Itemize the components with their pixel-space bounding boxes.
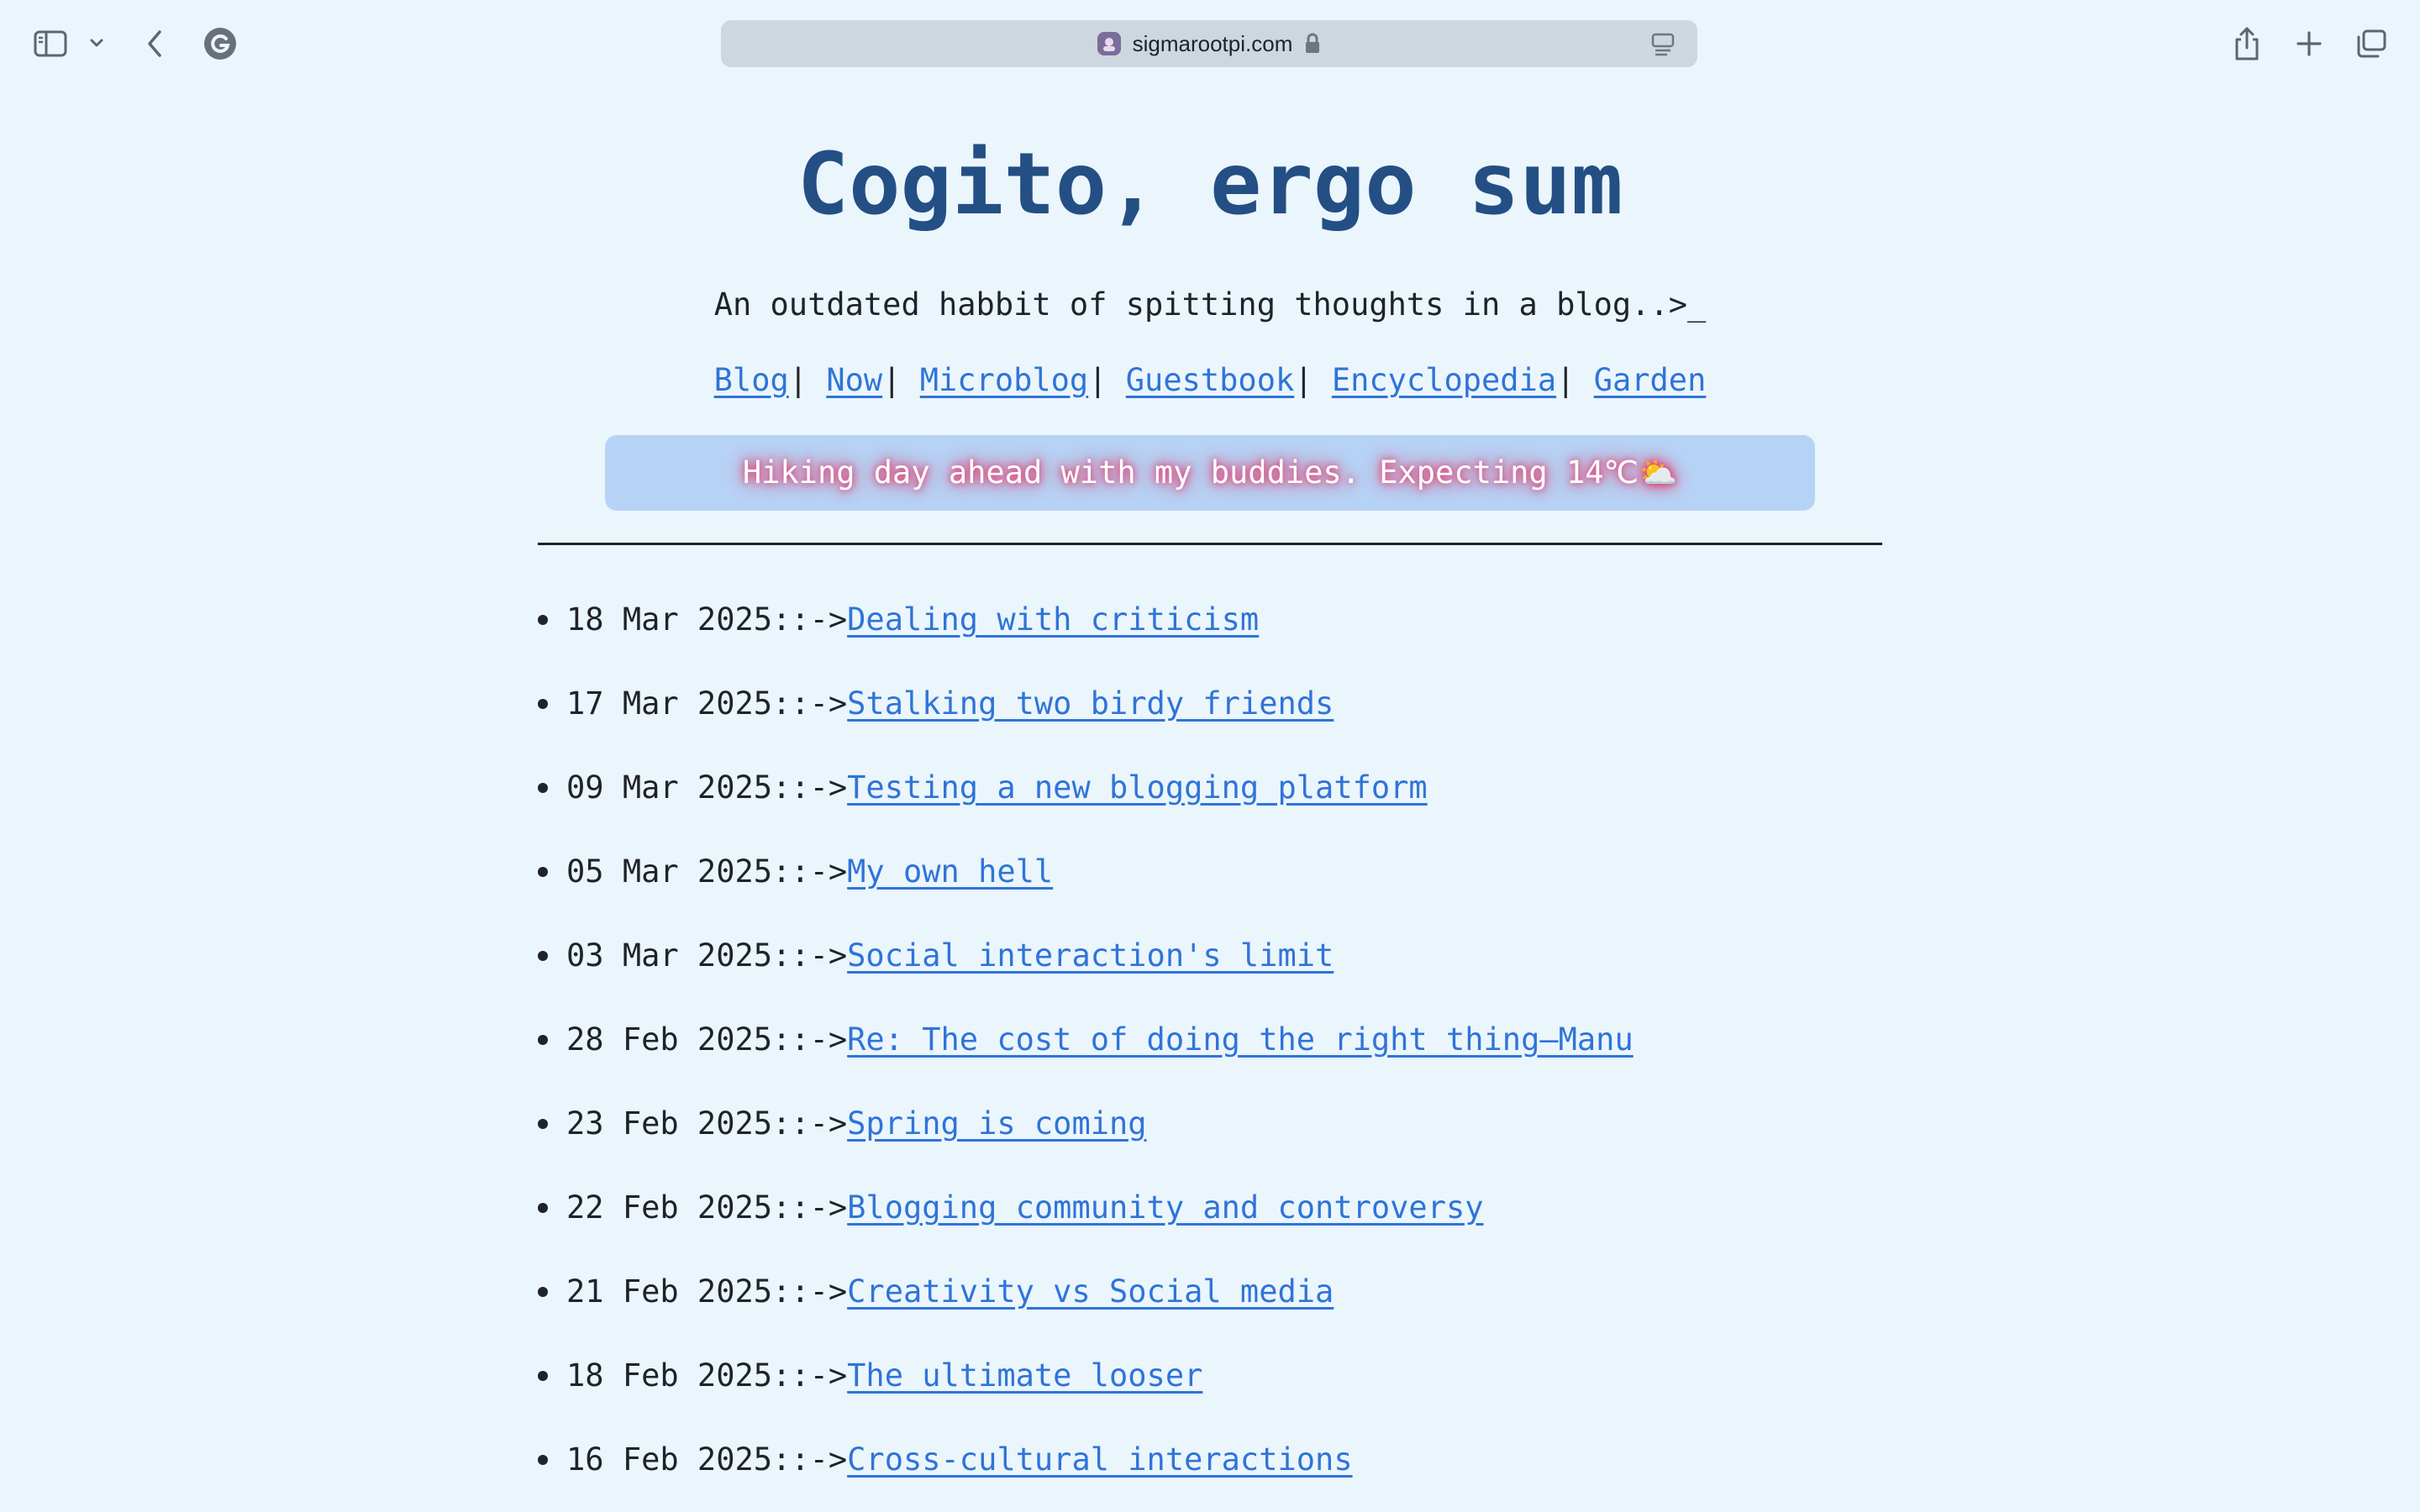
site-nav: Blog| Now| Microblog| Guestbook| Encyclo… [0,360,2420,402]
tab-overview-icon [2357,29,2386,58]
nav-link-microblog[interactable]: Microblog [920,362,1088,398]
post-link[interactable]: Testing a new blogging platform [847,769,1428,806]
post-date: 23 Feb 2025::-> [566,1105,848,1142]
bullet [538,783,548,793]
post-date: 09 Mar 2025::-> [566,769,848,806]
post-link[interactable]: The ultimate looser [847,1357,1202,1394]
divider [538,543,1882,545]
bullet [538,1455,548,1465]
list-item: 05 Mar 2025::->My own hell [538,847,1882,931]
bullet [538,1287,548,1297]
tab-overview-button[interactable] [2353,25,2390,62]
sidebar-icon [34,30,67,57]
reader-mode-button[interactable] [1650,32,1676,60]
share-icon [2235,27,2259,60]
nav-link-guestbook[interactable]: Guestbook [1126,362,1294,398]
bullet [538,1035,548,1045]
post-date: 17 Mar 2025::-> [566,685,848,722]
list-item: 22 Feb 2025::->Blogging community and co… [538,1183,1882,1267]
bullet [538,615,548,625]
back-arrow-icon [148,30,161,57]
grammarly-icon [204,28,236,60]
url-text: sigmarootpi.com [1132,30,1293,56]
status-text: Hiking day ahead with my buddies. Expect… [742,454,1678,491]
sidebar-menu-button[interactable] [86,30,108,55]
post-link[interactable]: Blogging community and controversy [847,1189,1483,1226]
bullet [538,1119,548,1129]
status-banner: Hiking day ahead with my buddies. Expect… [605,435,1815,511]
bullet [538,1203,548,1213]
list-item: 16 Feb 2025::->Cross-cultural interactio… [538,1435,1882,1512]
post-date: 22 Feb 2025::-> [566,1189,848,1226]
post-date: 03 Mar 2025::-> [566,937,848,974]
plus-icon [2296,31,2322,56]
bullet [538,699,548,709]
nav-link-now[interactable]: Now [826,362,882,398]
site-tagline: An outdated habbit of spitting thoughts … [713,286,1707,323]
nav-separator: | [882,362,902,398]
bullet [538,951,548,961]
site-title: Cogito, ergo sum [797,134,1623,234]
nav-link-garden[interactable]: Garden [1594,362,1707,398]
list-item: 21 Feb 2025::->Creativity vs Social medi… [538,1267,1882,1351]
post-date: 18 Mar 2025::-> [566,601,848,638]
bullet [538,1371,548,1381]
post-link[interactable]: Stalking two birdy friends [847,685,1334,722]
post-link[interactable]: Dealing with criticism [847,601,1259,638]
nav-separator: | [788,362,808,398]
nav-separator: | [1556,362,1576,398]
back-button[interactable] [138,25,171,62]
sidebar-toggle-button[interactable] [30,25,71,62]
post-link[interactable]: Cross-cultural interactions [847,1441,1352,1478]
grammarly-extension-button[interactable] [200,25,240,62]
post-link[interactable]: Re: The cost of doing the right thing—Ma… [847,1021,1634,1058]
post-link[interactable]: Creativity vs Social media [847,1273,1334,1310]
list-item: 09 Mar 2025::->Testing a new blogging pl… [538,763,1882,847]
list-item: 23 Feb 2025::->Spring is coming [538,1099,1882,1183]
list-item: 28 Feb 2025::->Re: The cost of doing the… [538,1015,1882,1099]
nav-link-blog[interactable]: Blog [714,362,789,398]
reader-mode-icon [1651,33,1675,56]
post-list: 18 Mar 2025::->Dealing with criticism 17… [538,595,1882,1512]
list-item: 17 Mar 2025::->Stalking two birdy friend… [538,679,1882,763]
post-link[interactable]: Spring is coming [847,1105,1146,1142]
post-date: 16 Feb 2025::-> [566,1441,848,1478]
nav-link-encyclopedia[interactable]: Encyclopedia [1332,362,1556,398]
post-date: 28 Feb 2025::-> [566,1021,848,1058]
new-tab-button[interactable] [2291,25,2328,62]
lock-icon [1306,33,1320,53]
chevron-down-icon [90,39,103,47]
post-date: 21 Feb 2025::-> [566,1273,848,1310]
address-bar[interactable]: sigmarootpi.com [721,20,1697,67]
post-date: 18 Feb 2025::-> [566,1357,848,1394]
post-link[interactable]: Social interaction's limit [847,937,1334,974]
browser-toolbar: sigmarootpi.com [0,0,2420,87]
list-item: 18 Feb 2025::->The ultimate looser [538,1351,1882,1435]
list-item: 03 Mar 2025::->Social interaction's limi… [538,931,1882,1015]
bullet [538,867,548,877]
post-date: 05 Mar 2025::-> [566,853,848,890]
site-favicon-icon [1097,32,1121,55]
share-button[interactable] [2228,22,2265,66]
list-item: 18 Mar 2025::->Dealing with criticism [538,595,1882,679]
nav-separator: | [1088,362,1107,398]
nav-separator: | [1294,362,1313,398]
post-link[interactable]: My own hell [847,853,1053,890]
